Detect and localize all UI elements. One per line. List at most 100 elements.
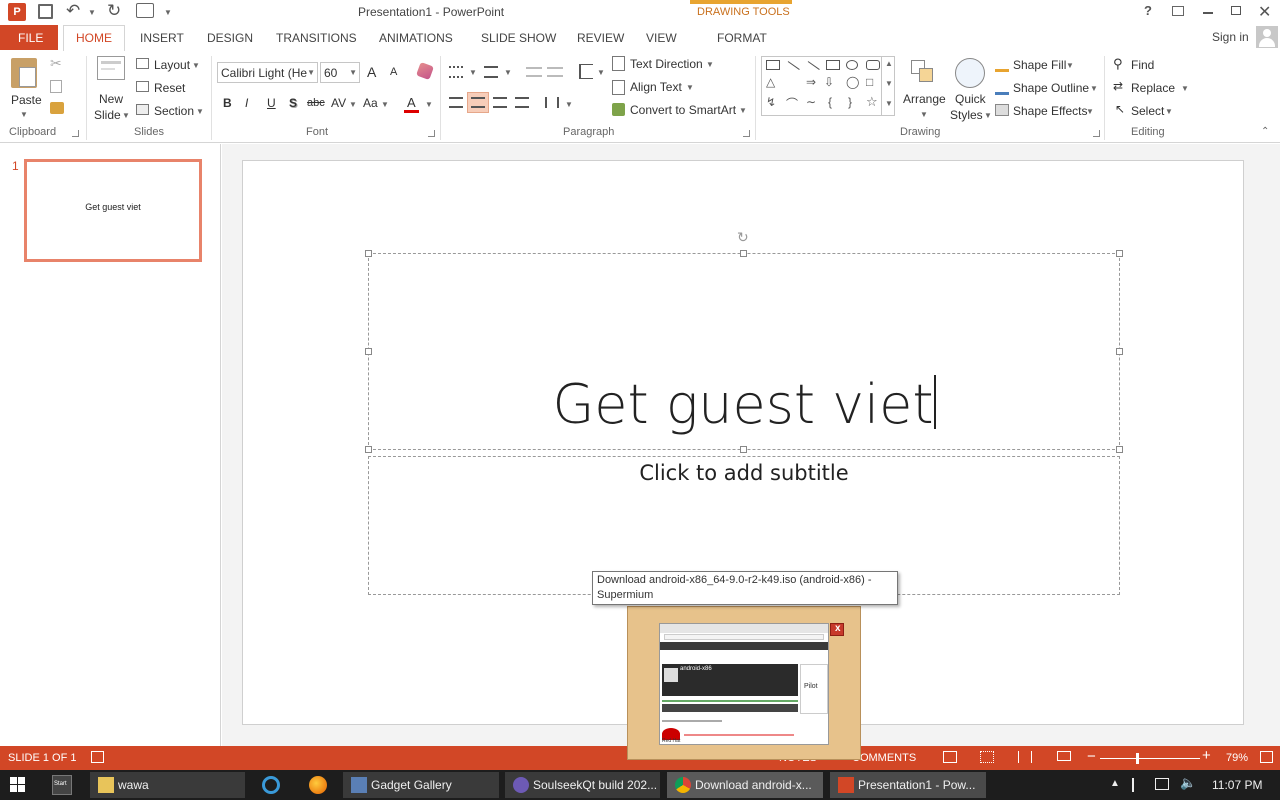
character-spacing-dropdown-icon[interactable]: ▼ xyxy=(349,100,357,109)
section-dropdown-icon[interactable]: ▼ xyxy=(196,107,204,116)
shapes-gallery[interactable]: △ ⇒ ⇩ ◯ □ ↯ ⌒ ∼ { } ☆ ▲ ▼ ▼ xyxy=(761,56,895,116)
reset-button[interactable]: Reset xyxy=(154,81,185,95)
start-from-beginning-icon[interactable] xyxy=(136,3,154,18)
quick-styles-label-2[interactable]: Styles xyxy=(950,108,983,122)
show-hidden-icons-icon[interactable]: ▲ xyxy=(1110,778,1120,789)
tab-transitions[interactable]: TRANSITIONS xyxy=(276,31,357,45)
shape-fill-dropdown-icon[interactable]: ▼ xyxy=(1066,61,1074,70)
columns-icon[interactable] xyxy=(545,97,559,108)
cut-icon[interactable]: ✂ xyxy=(50,55,62,72)
quick-styles-icon[interactable] xyxy=(955,58,985,88)
font-size-combo[interactable]: 60 ▼ xyxy=(320,62,360,83)
paste-button[interactable]: Paste xyxy=(11,93,42,107)
resize-handle[interactable] xyxy=(1116,446,1123,453)
reading-view-icon[interactable] xyxy=(1018,751,1032,763)
preview-close-icon[interactable]: x xyxy=(830,623,844,636)
taskbar-item-presentation1[interactable]: Presentation1 - Pow... xyxy=(830,772,986,798)
shape-effects-icon[interactable] xyxy=(995,104,1009,116)
quick-styles-label[interactable]: Quick xyxy=(955,92,986,106)
replace-icon[interactable]: ⇄ xyxy=(1113,79,1123,93)
new-slide-dropdown-icon[interactable]: ▼ xyxy=(122,111,130,120)
font-size-dropdown-icon[interactable]: ▼ xyxy=(349,68,357,77)
shrink-font-icon[interactable]: A xyxy=(390,66,397,78)
save-icon[interactable] xyxy=(38,4,53,19)
underline-button[interactable]: U xyxy=(267,96,276,110)
copy-icon[interactable] xyxy=(50,80,62,93)
font-name-dropdown-icon[interactable]: ▼ xyxy=(307,68,315,77)
customize-toolbar-icon[interactable]: ▼ xyxy=(164,8,172,17)
zoom-in-icon[interactable]: + xyxy=(1202,747,1211,764)
internet-explorer-icon[interactable] xyxy=(262,776,280,794)
increase-indent-icon[interactable] xyxy=(547,67,563,77)
smartart-dropdown-icon[interactable]: ▼ xyxy=(739,106,747,115)
restore-icon[interactable] xyxy=(1231,6,1241,15)
shadow-button[interactable]: S xyxy=(289,96,297,110)
decrease-indent-icon[interactable] xyxy=(526,67,542,77)
tab-slide-show[interactable]: SLIDE SHOW xyxy=(481,31,556,45)
layout-button[interactable]: Layout xyxy=(154,58,190,72)
replace-button[interactable]: Replace xyxy=(1131,81,1175,95)
tab-format[interactable]: FORMAT xyxy=(717,31,767,45)
shape-outline-button[interactable]: Shape Outline xyxy=(1013,81,1089,95)
slide-thumbnail[interactable]: Get guest viet xyxy=(24,159,202,262)
replace-dropdown-icon[interactable]: ▼ xyxy=(1181,84,1189,93)
strikethrough-button[interactable]: abc xyxy=(307,97,325,109)
shape-effects-dropdown-icon[interactable]: ▼ xyxy=(1086,107,1094,116)
tab-home[interactable]: HOME xyxy=(63,25,125,51)
paste-icon[interactable] xyxy=(11,58,37,88)
tab-view[interactable]: VIEW xyxy=(646,31,677,45)
resize-handle[interactable] xyxy=(740,250,747,257)
align-right-icon[interactable] xyxy=(493,97,507,108)
tab-file[interactable]: FILE xyxy=(0,25,58,50)
numbering-icon[interactable] xyxy=(484,66,498,78)
tab-insert[interactable]: INSERT xyxy=(140,31,184,45)
start-menu-button[interactable]: Start xyxy=(52,775,72,795)
reset-icon[interactable] xyxy=(136,81,149,92)
font-color-button[interactable]: A xyxy=(407,95,416,110)
numbering-dropdown-icon[interactable]: ▼ xyxy=(504,68,512,77)
tab-animations[interactable]: ANIMATIONS xyxy=(379,31,453,45)
align-left-icon[interactable] xyxy=(449,97,463,108)
drawing-launcher-icon[interactable] xyxy=(1093,130,1100,137)
character-spacing-button[interactable]: AV xyxy=(331,96,346,110)
zoom-level[interactable]: 79% xyxy=(1226,752,1248,764)
rotate-handle-icon[interactable]: ↻ xyxy=(737,229,749,246)
line-spacing-icon[interactable] xyxy=(579,64,593,79)
arrange-icon[interactable] xyxy=(909,58,937,86)
find-icon[interactable]: ⚲ xyxy=(1113,56,1123,72)
arrange-dropdown-icon[interactable]: ▼ xyxy=(920,110,928,119)
select-button[interactable]: Select xyxy=(1131,104,1164,118)
change-case-dropdown-icon[interactable]: ▼ xyxy=(381,100,389,109)
close-window-icon[interactable]: ✕ xyxy=(1258,2,1271,22)
slide-count[interactable]: SLIDE 1 OF 1 xyxy=(8,752,76,764)
smartart-icon[interactable] xyxy=(612,103,625,116)
align-text-button[interactable]: Align Text xyxy=(630,80,682,94)
new-slide-label-2[interactable]: Slide xyxy=(94,108,121,122)
font-color-dropdown-icon[interactable]: ▼ xyxy=(425,100,433,109)
shape-outline-dropdown-icon[interactable]: ▼ xyxy=(1090,84,1098,93)
bold-button[interactable]: B xyxy=(223,96,232,110)
text-direction-dropdown-icon[interactable]: ▼ xyxy=(706,60,714,69)
shape-outline-icon[interactable] xyxy=(995,81,1009,95)
justify-icon[interactable] xyxy=(515,97,529,108)
title-placeholder[interactable]: Get guest viet xyxy=(368,253,1120,450)
shape-fill-icon[interactable] xyxy=(995,58,1009,72)
select-dropdown-icon[interactable]: ▼ xyxy=(1165,107,1173,116)
normal-view-icon[interactable] xyxy=(943,751,957,763)
arrange-button[interactable]: Arrange xyxy=(903,92,946,106)
font-name-combo[interactable]: Calibri Light (He ▼ xyxy=(217,62,318,83)
zoom-out-icon[interactable]: − xyxy=(1087,748,1096,765)
comments-button[interactable]: COMMENTS xyxy=(852,752,916,764)
tab-design[interactable]: DESIGN xyxy=(207,31,253,45)
resize-handle[interactable] xyxy=(1116,348,1123,355)
powerpoint-app-icon[interactable]: P xyxy=(8,3,26,21)
help-icon[interactable]: ? xyxy=(1144,3,1152,18)
resize-handle[interactable] xyxy=(365,250,372,257)
resize-handle[interactable] xyxy=(365,446,372,453)
shape-effects-button[interactable]: Shape Effects xyxy=(1013,104,1088,118)
undo-icon[interactable]: ↶ xyxy=(66,1,80,21)
windows-start-icon[interactable] xyxy=(10,777,26,793)
redo-icon[interactable]: ↻ xyxy=(107,1,121,21)
resize-handle[interactable] xyxy=(1116,250,1123,257)
resize-handle[interactable] xyxy=(740,446,747,453)
